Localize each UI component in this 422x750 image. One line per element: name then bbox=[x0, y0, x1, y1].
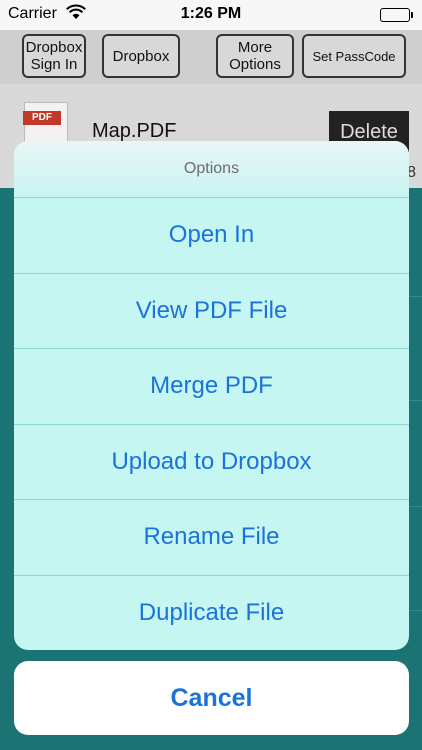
more-options-button[interactable]: More Options bbox=[216, 34, 294, 78]
options-action-sheet: Options Open In View PDF File Merge PDF … bbox=[14, 141, 409, 650]
upload-to-dropbox-option[interactable]: Upload to Dropbox bbox=[14, 423, 409, 500]
set-passcode-button[interactable]: Set PassCode bbox=[302, 34, 406, 78]
toolbar: Dropbox Sign In Dropbox More Options Set… bbox=[0, 30, 422, 84]
cancel-button[interactable]: Cancel bbox=[14, 661, 409, 735]
dropbox-sign-in-button[interactable]: Dropbox Sign In bbox=[22, 34, 86, 78]
action-sheet-title: Options bbox=[14, 141, 409, 197]
battery-icon bbox=[380, 8, 413, 22]
merge-pdf-option[interactable]: Merge PDF bbox=[14, 348, 409, 424]
rename-file-option[interactable]: Rename File bbox=[14, 499, 409, 575]
clock: 1:26 PM bbox=[180, 5, 242, 22]
open-in-option[interactable]: Open In bbox=[14, 197, 409, 273]
dropbox-button[interactable]: Dropbox bbox=[102, 34, 180, 78]
duplicate-file-option[interactable]: Duplicate File bbox=[14, 574, 409, 651]
pdf-icon-label: PDF bbox=[23, 111, 61, 125]
view-pdf-file-option[interactable]: View PDF File bbox=[14, 272, 409, 349]
file-name: Map.PDF bbox=[92, 120, 177, 142]
status-bar: Carrier 1:26 PM bbox=[0, 0, 422, 30]
